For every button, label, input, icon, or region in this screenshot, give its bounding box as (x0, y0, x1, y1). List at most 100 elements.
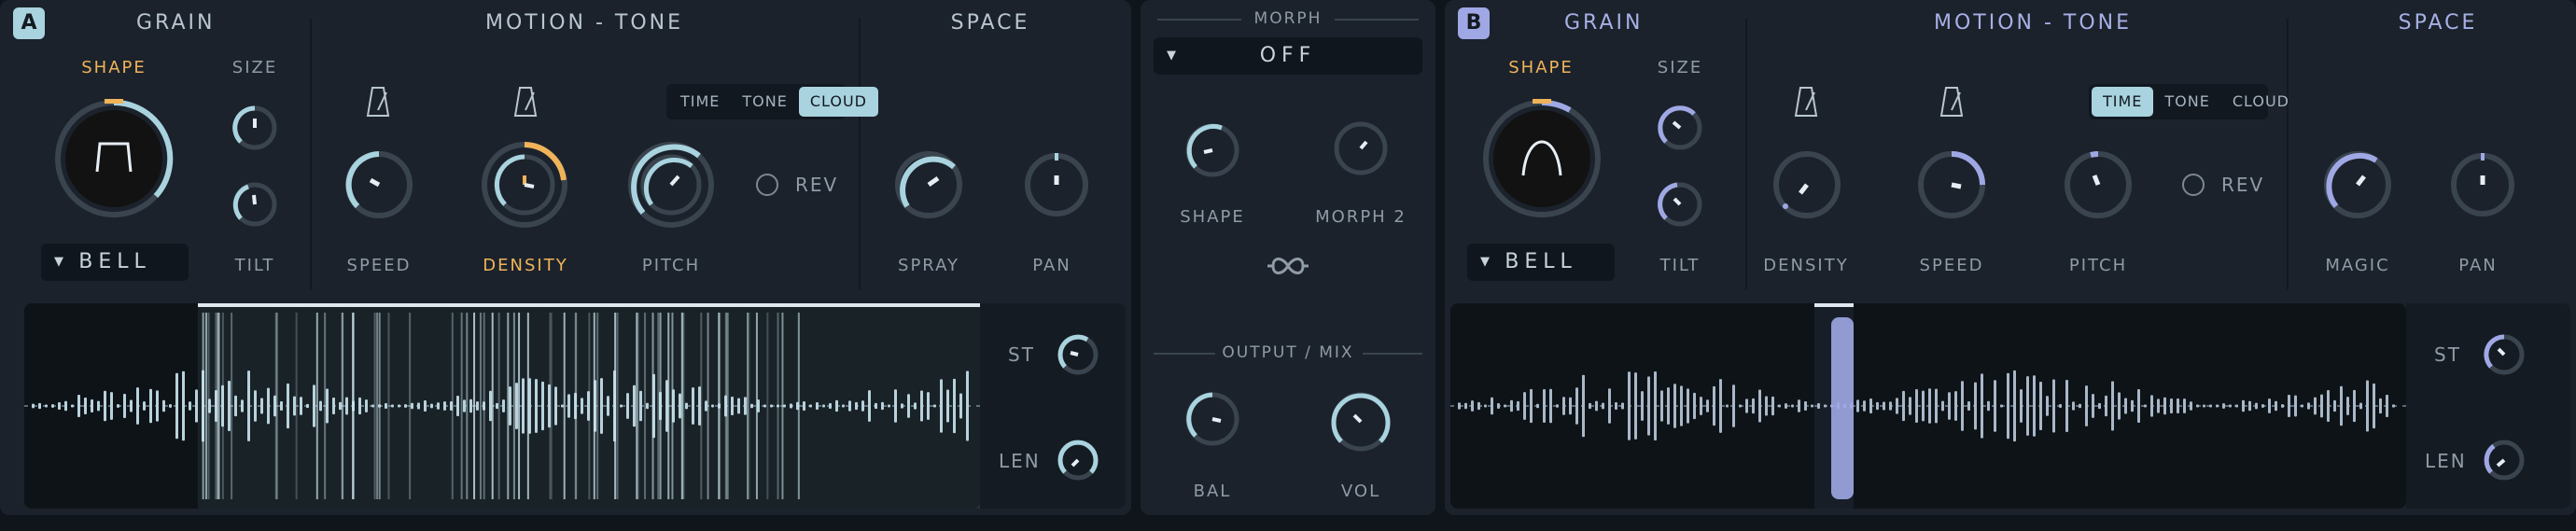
density-knob-a[interactable] (478, 138, 571, 231)
rev-label-b: REV (2221, 174, 2265, 196)
tab-cloud-a[interactable]: CLOUD (798, 87, 878, 117)
waveform-bar (247, 370, 250, 441)
shape-knob-a[interactable] (49, 93, 179, 224)
pitch-knob-b[interactable] (2061, 147, 2135, 222)
waveform-bar (2346, 397, 2349, 415)
waveform-bar (456, 396, 459, 416)
st-knob-a[interactable] (1055, 331, 1101, 378)
waveform-bar (1687, 388, 1689, 424)
grain-marker (574, 313, 577, 499)
st-label-b: ST (2434, 343, 2461, 366)
waveform-bar (1700, 397, 1702, 415)
waveform-bar (2392, 404, 2395, 408)
waveform-bar (476, 401, 479, 411)
rev-toggle-a[interactable] (756, 174, 778, 196)
waveform-bar (1641, 391, 1644, 421)
morph-shape-knob[interactable] (1182, 119, 1243, 181)
waveform-bar (293, 396, 296, 416)
section-grain-a: GRAIN (136, 11, 216, 35)
pan-knob-b[interactable] (2447, 149, 2518, 220)
waveform-bar (2255, 402, 2258, 410)
waveform-bar (1726, 404, 1729, 408)
waveform-bar (2137, 388, 2140, 424)
divider (310, 19, 312, 289)
waveform-bar (1817, 403, 1820, 409)
tilt-knob-a[interactable] (230, 179, 280, 230)
tab-time-b[interactable]: TIME (2092, 87, 2154, 117)
waveform-bar (430, 403, 433, 409)
waveform-bar (561, 404, 564, 408)
len-knob-a[interactable] (1055, 437, 1101, 483)
shape-knob-b[interactable] (1477, 93, 1607, 224)
waveform-bar (110, 392, 113, 420)
section-motion-b: MOTION - TONE (1933, 11, 2133, 35)
waveform-bar (1889, 401, 1892, 411)
spray-knob-a[interactable] (891, 147, 966, 222)
rev-toggle-b[interactable] (2182, 174, 2205, 196)
waveform-bar (280, 400, 283, 412)
morph-dropdown[interactable]: ▼ OFF (1154, 37, 1422, 75)
grain-marker (518, 313, 521, 499)
divider (1745, 19, 1747, 289)
waveform-bar (1804, 401, 1807, 411)
shape-dropdown-b[interactable]: ▼ BELL (1467, 244, 1615, 281)
waveform-bar (1647, 376, 1650, 436)
waveform-display-a[interactable] (24, 303, 980, 509)
metronome-icon[interactable] (510, 84, 541, 118)
magic-knob-b[interactable] (2320, 147, 2395, 222)
len-knob-b[interactable] (2481, 437, 2527, 483)
waveform-bar (744, 397, 747, 415)
waveform-bar (104, 390, 106, 422)
divider (2287, 19, 2289, 289)
waveform-bar (1967, 400, 1970, 412)
waveform-bar (790, 403, 792, 409)
waveform-bar (966, 370, 969, 441)
waveform-bar (1575, 387, 1578, 425)
mode-selector-a: TIME TONE CLOUD (666, 84, 878, 119)
link-icon[interactable] (1266, 252, 1310, 280)
waveform-bar (515, 383, 518, 429)
grain-marker (466, 313, 469, 499)
waveform-display-b[interactable] (1450, 303, 2406, 509)
waveform-bar (626, 393, 629, 419)
grain-marker (755, 313, 758, 499)
waveform-bar (1954, 391, 1957, 421)
shape-label-b: SHAPE (1508, 58, 1574, 77)
waveform-bar (2222, 403, 2225, 409)
tab-tone-a[interactable]: TONE (731, 87, 798, 117)
waveform-bar (326, 388, 329, 424)
balance-knob[interactable] (1182, 388, 1243, 450)
morph2-knob[interactable] (1330, 118, 1392, 179)
st-knob-b[interactable] (2481, 331, 2527, 378)
metronome-icon[interactable] (362, 84, 394, 118)
tab-tone-b[interactable]: TONE (2153, 87, 2220, 117)
waveform-bar (1654, 371, 1657, 440)
grain-marker (766, 313, 769, 499)
size-knob-b[interactable] (1655, 103, 1705, 153)
waveform-bar (2033, 375, 2036, 437)
waveform-bar (554, 386, 557, 426)
volume-knob[interactable] (1327, 388, 1394, 455)
shape-dropdown-a[interactable]: ▼ BELL (41, 244, 189, 281)
waveform-bar (2092, 394, 2094, 418)
grain-marker (657, 313, 660, 499)
grain-marker (387, 313, 390, 499)
waveform-bar (1673, 384, 1676, 428)
waveform-bar (1510, 399, 1513, 412)
pan-knob-a[interactable] (1021, 149, 1092, 220)
waveform-bar (189, 401, 191, 411)
speed-knob-a[interactable] (342, 147, 416, 222)
knob2-label-a: DENSITY (483, 256, 568, 275)
tab-cloud-b[interactable]: CLOUD (2221, 87, 2301, 117)
metronome-icon[interactable] (1790, 84, 1822, 118)
waveform-bar (2026, 376, 2029, 436)
waveform-bar (1902, 390, 1905, 422)
speed-knob-b[interactable] (1914, 147, 1989, 222)
metronome-icon[interactable] (1936, 84, 1967, 118)
tab-time-a[interactable]: TIME (669, 87, 731, 117)
waveform-bar (933, 404, 936, 408)
density-knob-b[interactable] (1770, 147, 1844, 222)
size-knob-a[interactable] (230, 103, 280, 153)
pitch-knob-a[interactable] (624, 138, 718, 231)
tilt-knob-b[interactable] (1655, 179, 1705, 230)
